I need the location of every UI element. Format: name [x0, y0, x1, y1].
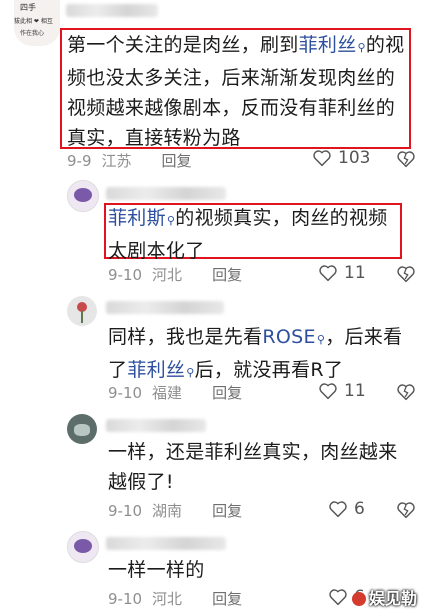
comment-text: 一样一样的 [108, 555, 408, 585]
like-button[interactable]: 103 [312, 148, 370, 168]
mention-text: 菲利丝 [298, 34, 357, 56]
avatar-shape [74, 539, 92, 553]
avatar[interactable] [67, 531, 99, 563]
comment-segment: 第一个关注的是肉丝，刷到 [67, 34, 299, 56]
username-blurred[interactable] [66, 4, 158, 17]
like-count: 6 [354, 499, 365, 519]
like-count: 11 [344, 263, 366, 283]
mention-link[interactable]: ROSE⚲ [262, 326, 325, 348]
comment-meta: 9-10 河北 回复 [108, 264, 242, 285]
mention-text: 菲利丝 [127, 359, 186, 381]
mention-link[interactable]: 菲利丝⚲ [299, 34, 366, 56]
search-icon: ⚲ [316, 333, 326, 346]
mention-text: ROSE [262, 326, 316, 348]
watermark-logo [352, 592, 366, 606]
username-blurred[interactable] [106, 419, 206, 432]
avatar-top-line-2: 拔此相 ❤ 相互 [14, 18, 53, 25]
comment-date: 9-10 [108, 383, 143, 402]
comment-location: 河北 [152, 266, 183, 284]
broken-heart-icon [397, 151, 415, 168]
avatar-top-line-3: 作在我心 [20, 30, 45, 37]
comment-meta: 9-10 湖南 回复 [108, 500, 242, 521]
reply-button[interactable]: 回复 [212, 264, 242, 285]
comment-segment: 同样，我也是先看 [108, 326, 263, 348]
comment-segment: 一样一样的 [108, 559, 205, 581]
comment-location: 湖南 [152, 502, 183, 520]
comment-text: 第一个关注的是肉丝，刷到菲利丝⚲的视频也没太多关注，后来渐渐发现肉丝的视频越来越… [67, 30, 407, 153]
username-blurred[interactable] [106, 301, 224, 314]
like-button[interactable]: 11 [318, 381, 366, 401]
like-count: 11 [344, 381, 366, 401]
comment-segment: 一样，还是菲利丝真实，肉丝越来越假了! [108, 441, 398, 493]
comment-date: 9-10 [108, 589, 143, 608]
username-blurred[interactable] [106, 537, 226, 550]
broken-heart-icon [397, 384, 415, 401]
comment-date: 9-9 [67, 151, 92, 170]
dislike-button[interactable] [396, 383, 416, 405]
avatar-top[interactable]: 四手 拔此相 ❤ 相互 作在我心 [14, 0, 60, 46]
heart-outline-icon [329, 501, 347, 518]
mention-text: 菲利斯 [108, 207, 166, 229]
reply-button[interactable]: 回复 [162, 150, 192, 171]
mention-link[interactable]: 菲利斯⚲ [108, 207, 175, 229]
like-button[interactable]: 11 [318, 263, 366, 283]
watermark: 娱见勒 [352, 585, 417, 609]
search-icon: ⚲ [166, 214, 176, 227]
dislike-button[interactable] [396, 150, 416, 172]
comment-location: 江苏 [101, 152, 132, 170]
comment-segment: 后，就没再看R了 [194, 359, 344, 381]
dislike-button[interactable] [396, 501, 416, 523]
reply-button[interactable]: 回复 [212, 382, 242, 403]
reply-button[interactable]: 回复 [212, 500, 242, 521]
avatar-shape [81, 311, 83, 323]
like-count: 103 [338, 148, 371, 168]
dislike-button[interactable] [396, 265, 416, 287]
watermark-text: 娱见勒 [369, 589, 418, 608]
comment-meta: 9-10 福建 回复 [108, 382, 242, 403]
avatar-shape [74, 424, 90, 436]
comment-date: 9-10 [108, 501, 143, 520]
comment-location: 河北 [152, 590, 183, 608]
comment-meta: 9-9 江苏 回复 [67, 150, 192, 171]
avatar[interactable] [67, 296, 97, 326]
username-blurred[interactable] [106, 187, 226, 200]
like-button[interactable]: 6 [328, 499, 365, 519]
avatar-shape [74, 188, 92, 202]
heart-outline-icon [319, 265, 337, 282]
comment-location: 福建 [152, 384, 183, 402]
heart-outline-icon [319, 383, 337, 400]
broken-heart-icon [397, 502, 415, 519]
reply-button[interactable]: 回复 [212, 588, 242, 609]
comment-text: 菲利斯⚲的视频真实，肉丝的视频太剧本化了 [108, 203, 398, 266]
comment-text: 同样，我也是先看ROSE⚲，后来看了菲利丝⚲后，就没再看R了 [108, 322, 408, 388]
search-icon: ⚲ [357, 41, 366, 54]
comment-text: 一样，还是菲利丝真实，肉丝越来越假了! [108, 437, 408, 497]
comment-meta: 9-10 河北 回复 [108, 588, 242, 609]
heart-outline-icon [313, 150, 331, 167]
avatar-top-line-1: 四手 [20, 3, 36, 12]
avatar[interactable] [67, 180, 99, 212]
mention-link[interactable]: 菲利丝⚲ [127, 359, 194, 381]
comment-date: 9-10 [108, 265, 143, 284]
avatar[interactable] [67, 414, 97, 444]
heart-outline-icon [329, 589, 347, 606]
broken-heart-icon [397, 266, 415, 283]
